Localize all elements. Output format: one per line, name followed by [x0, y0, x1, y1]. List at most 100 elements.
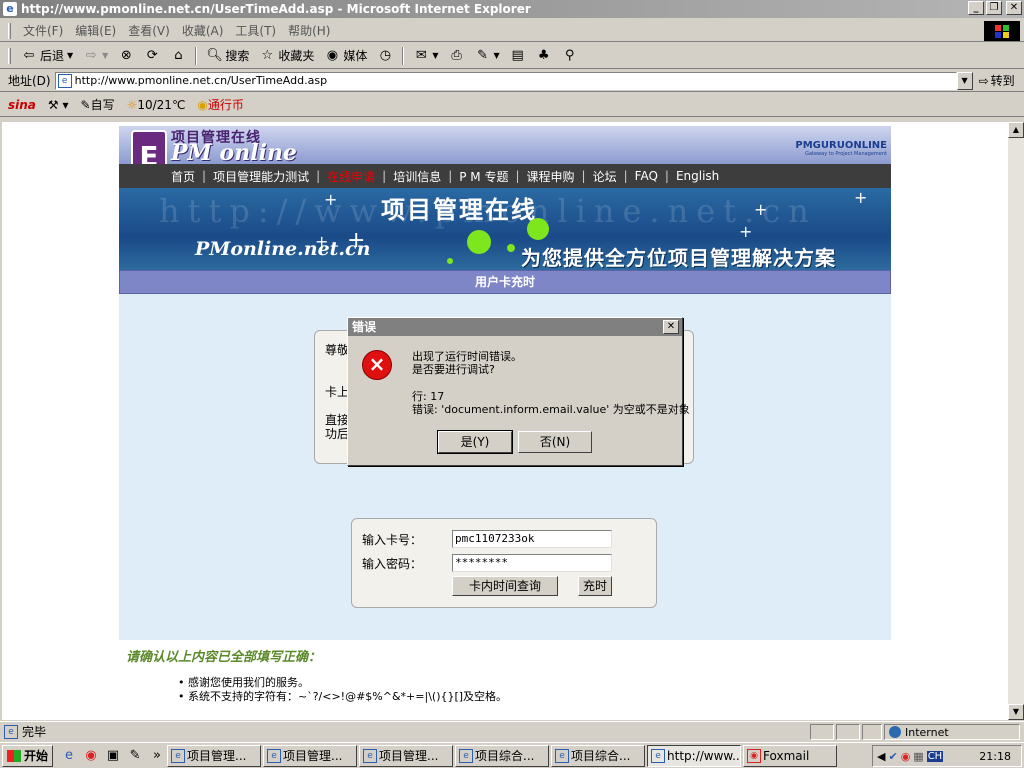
more-chevron-icon[interactable]: » — [149, 748, 165, 764]
dialog-title-bar[interactable]: 错误 ✕ — [348, 318, 682, 336]
pmguru-label: PMGURUONLINE — [795, 140, 887, 151]
vertical-scrollbar[interactable]: ▲ ▼ — [1008, 122, 1024, 720]
minimize-button[interactable]: _ — [968, 1, 984, 15]
toolbar-grip[interactable] — [8, 47, 11, 64]
refresh-button[interactable]: ⟳ — [140, 47, 164, 65]
nav-english[interactable]: English — [674, 169, 721, 183]
foxmail-icon[interactable]: ◉ — [83, 748, 99, 764]
edit-icon: ✎ — [477, 47, 488, 63]
no-button[interactable]: 否(N) — [518, 431, 592, 453]
nav-training[interactable]: 培训信息 — [391, 168, 443, 185]
media-label: 媒体 — [343, 49, 368, 63]
window-controls: _ ❐ ✕ — [968, 1, 1022, 15]
restore-button[interactable]: ❐ — [986, 1, 1002, 15]
pen-icon: ✎ — [80, 98, 91, 112]
stop-button[interactable]: ⊗ — [114, 47, 138, 65]
write-button[interactable]: ✎自写 — [81, 96, 115, 113]
research-icon: ⚲ — [564, 47, 575, 63]
menu-favorites[interactable]: 收藏(A) — [176, 22, 230, 39]
nav-course-purchase[interactable]: 课程申购 — [525, 168, 577, 185]
taskbar-item[interactable]: e 项目综合... — [551, 744, 646, 767]
ie-icon: e — [651, 748, 666, 763]
pmonline-logo-icon[interactable]: E — [131, 130, 167, 164]
password-input[interactable]: ******** — [452, 554, 612, 572]
banner-site-name: PMonline.net.cn — [195, 238, 371, 260]
foxmail-icon[interactable]: ◉ — [901, 750, 911, 763]
menu-tools[interactable]: 工具(T) — [229, 22, 282, 39]
taskbar-item[interactable]: ◉ Foxmail — [743, 744, 838, 767]
pmguru-logo[interactable]: PMGURUONLINE Gateway to Project Manageme… — [793, 128, 887, 162]
taskbar-item[interactable]: e 项目管理... — [167, 744, 262, 767]
scroll-down-button[interactable]: ▼ — [1008, 704, 1024, 720]
nav-faq[interactable]: FAQ — [633, 169, 660, 183]
toolbar-grip[interactable] — [8, 22, 11, 39]
menu-edit[interactable]: 编辑(E) — [69, 22, 122, 39]
note-item: • 系统不支持的字符有：~`?/<>!@#$%^&*+=|\(){}[]及空格。 — [178, 690, 508, 703]
research-button[interactable]: ⚲ — [558, 47, 582, 65]
messenger-button[interactable]: ♣ — [532, 47, 556, 65]
ie-icon[interactable]: e — [61, 748, 77, 764]
edit-button[interactable]: ✎ ▼ — [471, 47, 504, 65]
status-bar: e 完毕 Internet — [0, 721, 1024, 741]
go-button[interactable]: ⇨ 转到 — [979, 72, 1015, 89]
coin-icon: ◉ — [197, 98, 208, 112]
nav-home[interactable]: 首页 — [169, 168, 197, 185]
yes-button[interactable]: 是(Y) — [437, 430, 513, 454]
volume-icon[interactable]: ◀ — [877, 750, 885, 763]
close-button[interactable]: ✕ — [1006, 1, 1022, 15]
windows-logo-icon — [984, 21, 1020, 41]
password-label: 输入密码： — [362, 557, 423, 571]
address-input[interactable]: e http://www.pmonline.net.cn/UserTimeAdd… — [54, 71, 957, 90]
go-arrow-icon: ⇨ — [978, 73, 989, 88]
taskbar-item[interactable]: e 项目管理... — [359, 744, 454, 767]
start-button[interactable]: 开始 — [2, 744, 54, 767]
sina-logo[interactable]: sina — [8, 98, 36, 112]
nav-pm-topics[interactable]: P M 专题 — [457, 168, 510, 185]
media-button[interactable]: ◉ 媒体 — [320, 46, 371, 65]
discuss-button[interactable]: ▤ — [506, 47, 530, 65]
clock[interactable]: 21:18 — [979, 750, 1011, 763]
taskbar-item[interactable]: e 项目管理... — [263, 744, 358, 767]
desktop-icon[interactable]: ▣ — [105, 748, 121, 764]
nav-forum[interactable]: 论坛 — [591, 168, 619, 185]
menu-help[interactable]: 帮助(H) — [282, 22, 336, 39]
toolbar-separator — [195, 46, 198, 65]
card-number-input[interactable]: pmc1107233ok — [452, 530, 612, 548]
print-button[interactable]: ⎙ — [445, 47, 469, 65]
network-icon[interactable]: ▦ — [913, 750, 923, 763]
coin-link[interactable]: ◉通行币 — [197, 96, 244, 113]
windows-flag-icon — [7, 749, 21, 762]
check-icon[interactable]: ✔ — [888, 750, 897, 763]
notepad-icon[interactable]: ✎ — [127, 748, 143, 764]
menu-view[interactable]: 查看(V) — [122, 22, 176, 39]
dialog-error-detail: 错误: 'document.inform.email.value' 为空或不是对… — [412, 403, 690, 416]
taskbar-item[interactable]: e 项目综合... — [455, 744, 550, 767]
recharge-button[interactable]: 充时 — [578, 576, 612, 596]
history-button[interactable]: ◷ — [373, 47, 397, 65]
tools-icon[interactable]: ⚒ ▾ — [48, 98, 69, 112]
mail-button[interactable]: ✉ ▼ — [409, 47, 442, 65]
status-pane — [810, 724, 834, 740]
window-title: http://www.pmonline.net.cn/UserTimeAdd.a… — [21, 2, 531, 16]
forward-button[interactable]: ⇨ ▼ — [79, 47, 112, 65]
window-title-bar[interactable]: e http://www.pmonline.net.cn/UserTimeAdd… — [0, 0, 1024, 18]
card-time-query-button[interactable]: 卡内时间查询 — [452, 576, 558, 596]
back-button[interactable]: ⇦ 后退 ▼ — [17, 46, 77, 65]
dialog-close-button[interactable]: ✕ — [663, 320, 679, 334]
search-button[interactable]: 🔍︎ 搜索 — [202, 46, 253, 65]
nav-online-apply[interactable]: 在线申请 — [325, 168, 377, 185]
nav-competency-test[interactable]: 项目管理能力测试 — [211, 168, 311, 185]
ie-icon: e — [3, 2, 17, 16]
ime-indicator[interactable]: CH — [926, 750, 944, 762]
green-ball-icon — [507, 244, 515, 252]
coin-label: 通行币 — [207, 98, 244, 112]
menu-file[interactable]: 文件(F) — [17, 22, 69, 39]
scroll-up-button[interactable]: ▲ — [1008, 122, 1024, 138]
weather-widget[interactable]: ☼10/21℃ — [127, 98, 186, 112]
taskbar-item-active[interactable]: e http://www... — [647, 744, 742, 767]
favorites-button[interactable]: ☆ 收藏夹 — [255, 46, 318, 65]
address-dropdown-button[interactable]: ▼ — [956, 71, 973, 90]
chevron-down-icon: ▼ — [67, 51, 74, 60]
home-button[interactable]: ⌂ — [166, 47, 190, 65]
standard-toolbar: ⇦ 后退 ▼ ⇨ ▼ ⊗ ⟳ ⌂ 🔍︎ 搜索 ☆ 收藏夹 ◉ 媒体 ◷ ✉ ▼ ⎙… — [0, 43, 1024, 69]
